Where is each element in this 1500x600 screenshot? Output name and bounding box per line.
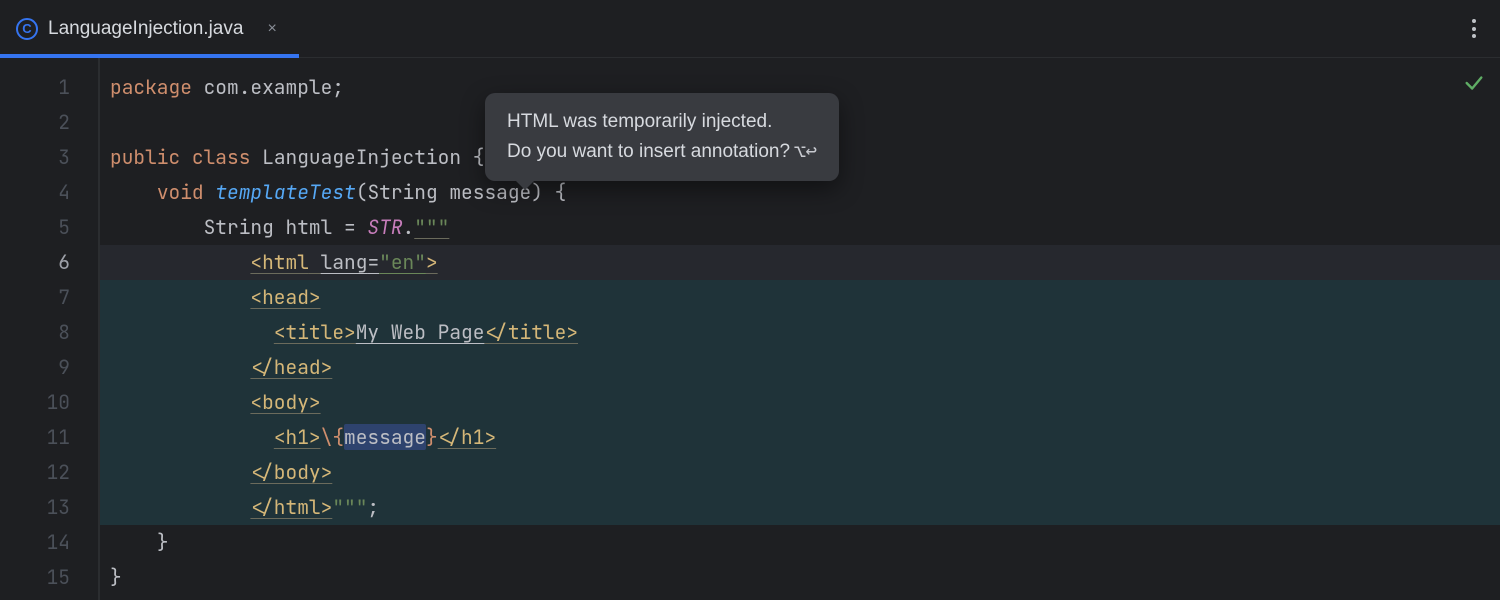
class-icon: C [16,18,38,40]
line-number[interactable]: 7 [0,280,98,315]
code-line[interactable]: <head> [100,280,1500,315]
shortcut-label: ⌥↩ [794,138,817,163]
code-line[interactable]: </body> [100,455,1500,490]
line-number[interactable]: 3 [0,140,98,175]
code-line[interactable]: <title>My Web Page</title> [100,315,1500,350]
line-number[interactable]: 5 [0,210,98,245]
code-line[interactable]: <body> [100,385,1500,420]
code-area[interactable]: package com.example; public class Langua… [100,58,1500,600]
annotation-popup[interactable]: HTML was temporarily injected. Do you wa… [485,93,839,181]
line-number[interactable]: 14 [0,525,98,560]
code-line[interactable]: String html = STR.""" [110,210,1500,245]
line-number[interactable]: 8 [0,315,98,350]
code-line[interactable]: <h1>\{message}</h1> [100,420,1500,455]
checkmark-icon[interactable] [1463,72,1485,94]
line-number[interactable]: 4 [0,175,98,210]
tab-close-button[interactable]: × [261,17,282,41]
line-number[interactable]: 11 [0,420,98,455]
code-line-current[interactable]: <html lang="en"> [100,245,1500,280]
line-number[interactable]: 1 [0,70,98,105]
line-number[interactable]: 13 [0,490,98,525]
line-number[interactable]: 15 [0,560,98,595]
line-number[interactable]: 6 [0,245,98,280]
editor[interactable]: 1 2 3 4 5 6 7 8 9 10 11 12 13 14 15 pack… [0,58,1500,600]
popup-text-line2: Do you want to insert annotation?⌥↩ [507,136,817,166]
popup-text-line1: HTML was temporarily injected. [507,107,817,136]
code-line[interactable]: } [110,560,1500,595]
line-number[interactable]: 9 [0,350,98,385]
tab-languageinjection[interactable]: C LanguageInjection.java × [0,0,299,57]
line-number[interactable]: 2 [0,105,98,140]
code-line[interactable]: </head> [100,350,1500,385]
line-number[interactable]: 10 [0,385,98,420]
code-line[interactable]: </html>"""; [100,490,1500,525]
tab-bar: C LanguageInjection.java × [0,0,1500,58]
gutter: 1 2 3 4 5 6 7 8 9 10 11 12 13 14 15 [0,58,100,600]
line-number[interactable]: 12 [0,455,98,490]
tab-options-button[interactable] [1458,9,1490,48]
tab-label: LanguageInjection.java [48,18,243,40]
code-line[interactable]: } [110,525,1500,560]
